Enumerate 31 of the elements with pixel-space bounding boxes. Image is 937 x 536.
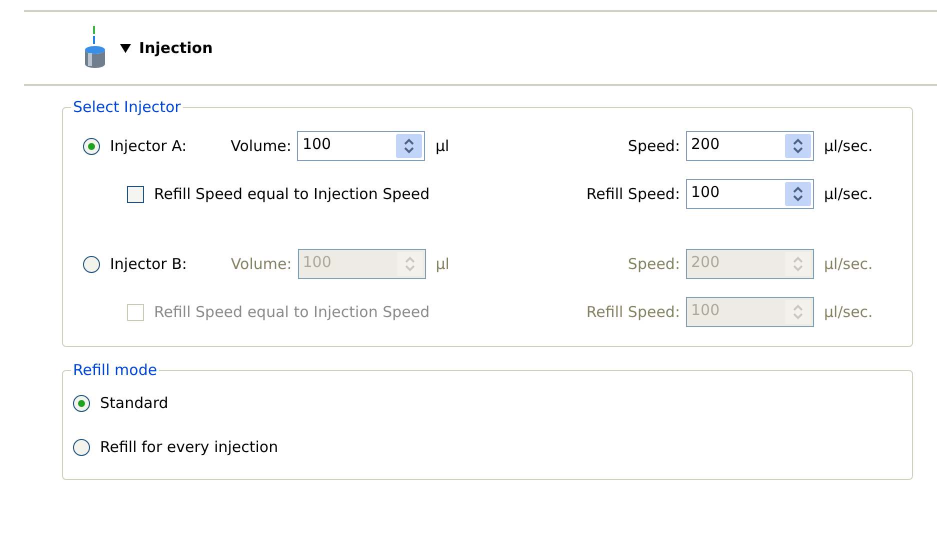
radio-label[interactable]: Standard (100, 394, 168, 412)
collapse-triangle-icon[interactable] (120, 44, 131, 52)
field-label: Refill Speed: (586, 303, 680, 321)
radio-button[interactable] (73, 394, 90, 412)
injection-vial-icon (84, 26, 106, 70)
field-label: Speed: (628, 255, 680, 273)
field-label: Speed: (628, 137, 680, 155)
field-label: Refill Speed: (586, 185, 680, 203)
spin-field[interactable]: 100 (686, 179, 814, 209)
group-title: Select Injector (72, 98, 182, 116)
spin-field[interactable]: 100 (297, 131, 426, 161)
section-title: Injection (139, 39, 213, 57)
radio-button[interactable] (83, 138, 100, 154)
spin-arrows-icon[interactable] (396, 134, 422, 158)
radio-button[interactable] (73, 438, 90, 456)
spin-arrows-icon[interactable] (785, 182, 811, 206)
unit-label: µl/sec. (824, 185, 874, 203)
group-title: Refill mode (72, 361, 158, 379)
unit-label: µl/sec. (824, 137, 874, 155)
checkbox-label[interactable]: Refill Speed equal to Injection Speed (154, 185, 430, 203)
spin-arrows-icon[interactable] (785, 134, 811, 158)
radio-label[interactable]: Refill for every injection (100, 438, 278, 456)
spin-field[interactable]: 200 (686, 131, 814, 161)
field-label: Volume: (230, 255, 292, 273)
unit-label: µl/sec. (824, 303, 874, 321)
radio-label[interactable]: Injector A: (110, 137, 187, 155)
unit-label: µl (436, 255, 450, 273)
checkbox[interactable] (127, 186, 144, 202)
unit-label: µl (435, 137, 450, 155)
field-label: Volume: (230, 137, 292, 155)
unit-label: µl/sec. (824, 255, 874, 273)
